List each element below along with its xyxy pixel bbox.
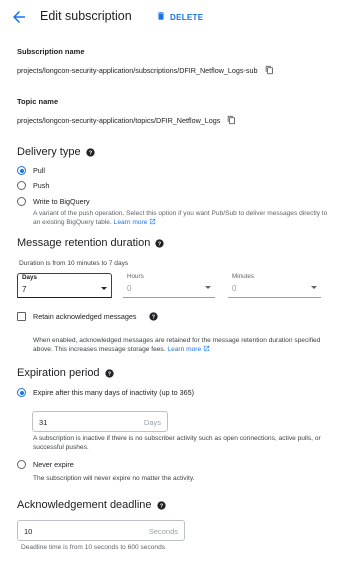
ack-deadline-input[interactable]: 10 Seconds [17, 520, 185, 541]
retention-hint: Duration is from 10 minutes to 7 days [19, 260, 129, 267]
expiration-days-suffix: Days [143, 418, 161, 427]
subscription-name-row: projects/longcon-security-application/su… [17, 65, 274, 75]
bigquery-desc-text: A variant of the push operation. Select … [33, 210, 328, 226]
expiration-days-value: 31 [39, 418, 48, 427]
radio-bigquery[interactable] [17, 197, 26, 206]
retention-title: Message retention duration [17, 237, 151, 249]
hours-select-underline [123, 297, 215, 298]
ack-deadline-title: Acknowledgement deadline [17, 499, 152, 511]
days-select-underline [18, 296, 111, 298]
retain-acked-description: When enabled, acknowledged messages are … [33, 336, 333, 354]
topic-name-label: Topic name [17, 97, 59, 106]
expire-description: A subscription is inactive if there is n… [33, 435, 321, 451]
radio-expire-after[interactable] [17, 388, 26, 397]
external-link-icon [203, 345, 210, 352]
svg-text:?: ? [152, 314, 156, 320]
ack-deadline-heading: Acknowledgement deadline ? [17, 499, 166, 511]
delivery-push-option[interactable]: Push [17, 181, 49, 190]
copy-icon[interactable] [265, 65, 274, 75]
retain-learn-more-link[interactable]: Learn more [167, 346, 201, 353]
back-arrow-icon[interactable] [10, 8, 28, 26]
help-icon[interactable]: ? [155, 238, 164, 248]
days-select-value: 7 [22, 285, 27, 294]
delete-button[interactable]: DELETE [156, 10, 203, 24]
svg-text:?: ? [88, 150, 92, 156]
radio-pull[interactable] [17, 166, 26, 175]
help-icon[interactable]: ? [156, 500, 166, 510]
hours-select-value: 0 [127, 284, 132, 293]
hours-select[interactable]: Hours 0 [123, 273, 215, 298]
radio-bigquery-label: Write to BigQuery [33, 197, 90, 206]
minutes-select-label: Minutes [232, 273, 255, 280]
minutes-select-underline [228, 297, 321, 298]
retain-acked-option[interactable]: Retain acknowledged messages ? [17, 312, 159, 321]
never-expire-label: Never expire [33, 460, 74, 469]
ack-deadline-value: 10 [24, 527, 33, 536]
never-expire-option[interactable]: Never expire [17, 460, 74, 469]
subscription-name-label: Subscription name [17, 47, 85, 56]
never-expire-description: The subscription will never expire no ma… [33, 475, 195, 482]
delivery-bigquery-option[interactable]: Write to BigQuery [17, 197, 90, 206]
retention-heading: Message retention duration ? [17, 237, 164, 249]
expiration-days-input[interactable]: 31 Days [32, 411, 168, 432]
radio-pull-label: Pull [33, 166, 45, 175]
help-icon[interactable]: ? [85, 147, 95, 157]
svg-text:?: ? [107, 371, 111, 377]
page-title: Edit subscription [40, 9, 132, 23]
delivery-pull-option[interactable]: Pull [17, 166, 45, 175]
ack-deadline-suffix: Seconds [148, 527, 178, 536]
external-link-icon [149, 218, 156, 225]
expiration-heading: Expiration period ? [17, 367, 114, 379]
help-icon[interactable]: ? [149, 312, 159, 321]
trash-icon [156, 11, 166, 23]
chevron-down-icon [101, 287, 107, 290]
expiration-title: Expiration period [17, 367, 100, 379]
bigquery-learn-more-link[interactable]: Learn more [114, 219, 148, 226]
retain-acked-label: Retain acknowledged messages [33, 312, 137, 321]
hours-select-label: Hours [127, 273, 144, 280]
days-select[interactable]: Days 7 [17, 273, 112, 298]
minutes-select[interactable]: Minutes 0 [228, 273, 321, 298]
svg-text:?: ? [159, 503, 163, 509]
topic-name-row: projects/longcon-security-application/to… [17, 115, 236, 125]
delivery-type-heading: Delivery type ? [17, 146, 95, 158]
svg-text:?: ? [158, 241, 162, 247]
subscription-name-value: projects/longcon-security-application/su… [17, 65, 258, 75]
radio-push[interactable] [17, 181, 26, 190]
days-select-label: Days [22, 274, 38, 281]
topic-name-value: projects/longcon-security-application/to… [17, 115, 221, 125]
radio-never-expire[interactable] [17, 460, 26, 469]
expire-after-label: Expire after this many days of inactivit… [33, 388, 194, 397]
radio-push-label: Push [33, 181, 50, 190]
chevron-down-icon [205, 286, 211, 289]
copy-icon[interactable] [227, 115, 236, 125]
expire-after-option[interactable]: Expire after this many days of inactivit… [17, 388, 194, 397]
bigquery-description: A variant of the push operation. Select … [33, 209, 333, 227]
minutes-select-value: 0 [232, 284, 237, 293]
ack-deadline-hint: Deadline time is from 10 seconds to 600 … [21, 544, 166, 551]
chevron-down-icon [311, 286, 317, 289]
delivery-type-title: Delivery type [17, 146, 81, 158]
app-header: Edit subscription DELETE [0, 0, 345, 33]
help-icon[interactable]: ? [104, 368, 114, 378]
retain-acked-checkbox[interactable] [17, 312, 26, 321]
delete-label: DELETE [170, 12, 204, 22]
